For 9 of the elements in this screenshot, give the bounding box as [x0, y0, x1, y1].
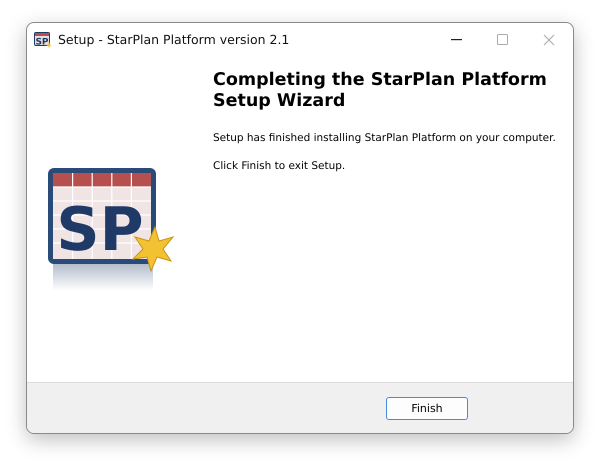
maximize-icon[interactable]: [497, 34, 508, 45]
app-icon: SP: [34, 32, 52, 48]
minimize-icon[interactable]: [451, 38, 462, 40]
finish-button[interactable]: Finish: [386, 396, 468, 420]
message-text: Click Finish to exit Setup.: [213, 160, 346, 172]
message-text: Setup has finished installing StarPlan Platform on your computer.: [213, 132, 557, 144]
wizard-heading: Completing the StarPlan Platform Setup Wizard: [213, 70, 548, 112]
close-icon[interactable]: [543, 34, 555, 46]
window-title: Setup - StarPlan Platform version 2.1: [58, 32, 290, 47]
